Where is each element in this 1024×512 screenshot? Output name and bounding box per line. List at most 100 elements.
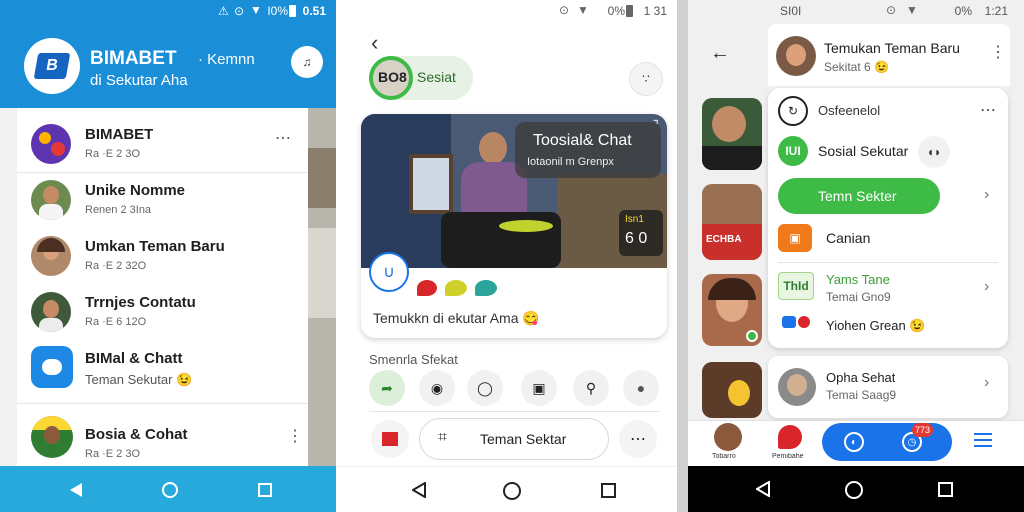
menu-item-label[interactable]: Yams Tane (826, 272, 890, 287)
back-nav-icon[interactable] (756, 481, 770, 497)
gallery-icon[interactable]: ▣ (521, 370, 557, 406)
list-item[interactable]: Umkan Teman Baru Ra ·E 2 32O (17, 230, 308, 280)
more-icon[interactable]: ⋯ (619, 420, 657, 458)
recents-nav-icon[interactable] (938, 482, 953, 497)
tab-chat-icon[interactable]: ◐ (844, 432, 864, 452)
chat-bubble-icon[interactable]: ◯ (467, 370, 503, 406)
chevron-right-icon[interactable]: › (984, 278, 989, 296)
list-item[interactable]: BIMABET Ra ·E 2 3O ⋯ (17, 118, 308, 168)
alarm-icon: ⊙ (886, 3, 897, 17)
tab-profile-avatar[interactable] (714, 423, 742, 451)
chat-name: Unike Nomme (85, 182, 186, 199)
menu-card: ↻ Osfeenelol ⋯ IUI Sosial Sekutar ◖◗ Tem… (768, 88, 1008, 348)
record-icon[interactable]: ◉ (419, 370, 455, 406)
contact-name: Opha Sehat (826, 370, 896, 385)
compose-input[interactable]: ⌗ Teman Sektar (419, 418, 609, 460)
post-image: Toosial& Chat Iotaonil m Grenpx Isn1 6 0… (361, 114, 667, 268)
recents-nav-icon[interactable] (258, 483, 272, 497)
list-item[interactable]: BIMal & Chatt Teman Sekutar 😉 (17, 342, 308, 392)
music-icon[interactable]: ♫ (291, 46, 323, 78)
camera-icon: ▣ (778, 224, 812, 252)
bottom-tab-bar: Tobarro Pemibahe ◐ ◷ 773 (688, 420, 1024, 466)
list-item[interactable]: Trrnjes Contatu Ra ·E 6 12O (17, 286, 308, 336)
home-nav-icon[interactable] (845, 481, 863, 499)
chevron-right-icon[interactable]: › (984, 186, 989, 204)
cta-button[interactable]: Temn Sekter (778, 178, 940, 214)
expand-icon[interactable]: ⌝ (653, 118, 659, 132)
options-icon[interactable]: ∵ (629, 62, 663, 96)
post-card[interactable]: Toosial& Chat Iotaonil m Grenpx Isn1 6 0… (361, 114, 667, 338)
more-vertical-icon[interactable]: ⋮ (287, 426, 303, 446)
avatar (31, 236, 71, 276)
brand-logo: B (24, 38, 80, 94)
avatar (31, 416, 73, 458)
panel-divider (677, 0, 688, 512)
chat-list: BIMABET Ra ·E 2 3O ⋯ Unike Nomme Renen 2… (17, 108, 308, 466)
menu-item-label[interactable]: Sosial Sekutar (818, 143, 908, 159)
like-reaction-icon[interactable] (445, 280, 467, 296)
home-nav-icon[interactable] (503, 482, 521, 500)
thumb-2[interactable]: ECHBA (702, 184, 762, 260)
chat-meta: Renen 2 3Ina (85, 204, 152, 216)
wifi-icon: ▼ (906, 3, 918, 17)
post-caption: Temukkn di ekutar Ama 😋 (373, 310, 540, 326)
thumb-caption: ECHBA (706, 234, 742, 245)
profile-badge-text: BO8 (378, 69, 407, 85)
tab-pill[interactable]: ◐ ◷ 773 (822, 423, 952, 461)
brand-title-suffix: · Kemnn (198, 51, 255, 68)
share-icon[interactable]: ➦ (369, 370, 405, 406)
status-bar: 1 31 0% ⊙ ▼ (337, 0, 677, 22)
profile-title: Temukan Teman Baru (824, 40, 960, 56)
menu-item-label[interactable]: Canian (826, 230, 870, 246)
tab-label: Pemibahe (772, 453, 804, 460)
gift-icon[interactable] (371, 420, 409, 458)
back-nav-icon[interactable] (70, 483, 84, 497)
profile-icon[interactable]: ● (623, 370, 659, 406)
profile-header[interactable]: Temukan Teman Baru Sekitat 6 😉 ⋮ (768, 24, 1010, 86)
wifi-icon: ▼ (577, 3, 589, 17)
menu-icon[interactable] (974, 433, 992, 435)
system-nav-bar (0, 466, 336, 512)
divider (778, 262, 998, 263)
battery-icon (289, 5, 296, 17)
list-item[interactable]: Bosia & Cohat Ra ·E 2 3O ⋮ (17, 412, 308, 466)
contact-sub: Temai Saag9 (826, 388, 897, 402)
tab-heart-icon[interactable] (778, 425, 802, 449)
back-nav-icon[interactable] (412, 482, 426, 498)
menu-item-label[interactable]: Osfeenelol (818, 103, 880, 118)
home-nav-icon[interactable] (162, 482, 178, 498)
notification-icon: ⚠ (218, 4, 229, 18)
score-label: Isn1 (625, 214, 644, 225)
status-time: 0.51 (302, 4, 326, 18)
back-arrow-icon[interactable]: ← (710, 42, 730, 65)
recents-nav-icon[interactable] (601, 483, 616, 498)
mic-icon[interactable]: ◖◗ (918, 136, 950, 168)
search-icon[interactable]: ⚲ (573, 370, 609, 406)
profile-pill[interactable]: BO8 Sesiat (369, 56, 473, 100)
more-icon[interactable]: ⋯ (275, 128, 291, 148)
thumb-4[interactable] (702, 362, 762, 418)
laugh-reaction-icon[interactable] (475, 280, 497, 296)
chevron-right-icon[interactable]: › (984, 374, 989, 392)
thumb-1[interactable] (702, 98, 762, 170)
hero-subtitle: Iotaonil m Grenpx (527, 156, 614, 168)
thumb-3[interactable] (702, 274, 762, 346)
list-item[interactable]: Unike Nomme Renen 2 3Ina (17, 174, 308, 224)
alarm-icon: ⊙ (559, 3, 570, 17)
back-chevron-icon[interactable]: ‹ (371, 30, 378, 56)
more-icon[interactable]: ⋯ (980, 100, 996, 120)
battery-icon (626, 5, 633, 17)
heart-icon (798, 316, 810, 328)
chat-meta: Ra ·E 6 12O (85, 316, 147, 328)
status-bar: SI0I 1:21 0% ⊙ ▼ (688, 0, 1024, 22)
panel-feed: 1 31 0% ⊙ ▼ ‹ BO8 Sesiat ∵ Toosial& Chat… (337, 0, 677, 512)
reaction-icon[interactable]: ∪ (369, 252, 409, 292)
chat-meta: Ra ·E 2 3O (85, 148, 141, 160)
heart-reaction-icon[interactable] (417, 280, 437, 296)
more-vertical-icon[interactable]: ⋮ (990, 42, 1006, 62)
score-overlay: Isn1 6 0 (619, 210, 663, 256)
avatar (31, 292, 71, 332)
contact-card[interactable]: Opha Sehat Temai Saag9 › (768, 356, 1008, 418)
chat-meta: Teman Sekutar 😉 (85, 372, 193, 387)
menu-item-label[interactable]: Yiohen Grean 😉 (826, 318, 926, 334)
